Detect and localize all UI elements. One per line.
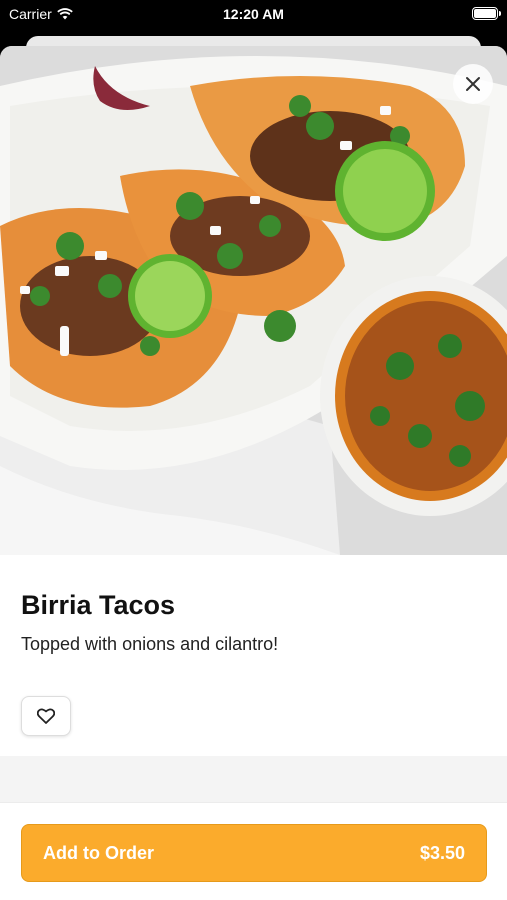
order-price: $3.50 (419, 842, 465, 863)
item-title: Birria Tacos (21, 590, 176, 620)
item-info: Birria Tacos Topped with onions and cila… (0, 555, 507, 756)
add-to-order-button[interactable]: Add to Order $3.50 (21, 824, 487, 882)
add-to-order-label: Add to Order (43, 842, 154, 863)
status-time: 12:20 AM (223, 6, 284, 22)
order-footer: Add to Order $3.50 (0, 802, 507, 900)
battery-icon (472, 7, 501, 20)
item-detail-sheet: Birria Tacos Topped with onions and cila… (0, 46, 507, 900)
close-button[interactable] (453, 64, 493, 104)
close-icon (466, 77, 480, 91)
item-photo (0, 46, 507, 555)
heart-icon (37, 708, 55, 724)
item-description: Topped with onions and cilantro! (21, 634, 279, 654)
status-bar: Carrier 12:20 AM (0, 0, 507, 30)
favorite-button[interactable] (21, 696, 71, 736)
